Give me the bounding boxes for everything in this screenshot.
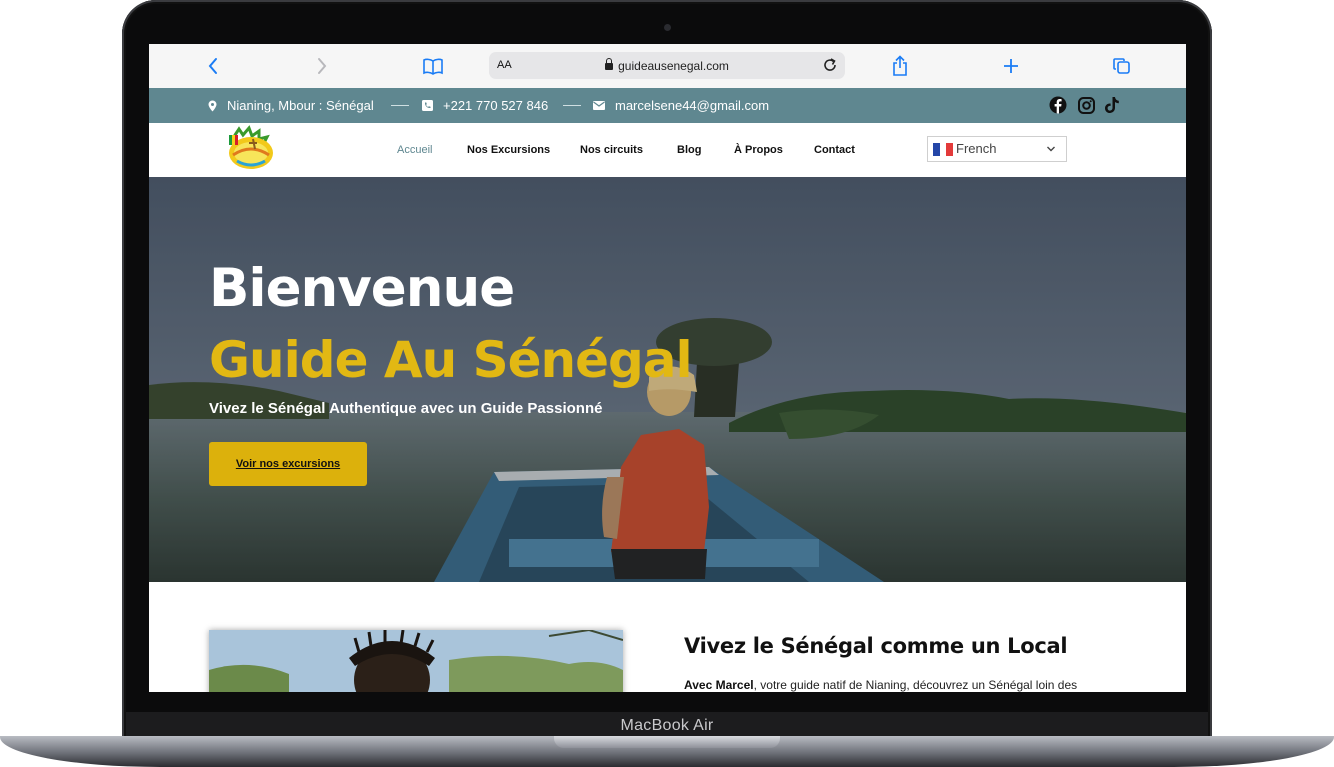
phone-text: +221 770 527 846 [443,98,549,113]
laptop-notch [554,736,780,748]
french-flag-icon [933,143,954,156]
forward-icon[interactable] [310,54,334,78]
browser-screen: AA guideausenegal.com Nianing, Mbour : S… [149,44,1186,692]
nav-blog[interactable]: Blog [677,144,701,156]
intro-body: Avec Marcel, votre guide natif de Nianin… [684,678,1077,692]
hero-tagline: Vivez le Sénégal Authentique avec un Gui… [209,400,603,417]
back-icon[interactable] [201,54,225,78]
chevron-down-icon [1046,142,1056,157]
address-bar[interactable]: AA guideausenegal.com [489,52,845,79]
email-text: marcelsene44@gmail.com [615,98,770,113]
main-navigation: Accueil Nos Excursions Nos circuits Blog… [149,123,1186,177]
phone-icon [422,100,433,111]
phone-info[interactable]: +221 770 527 846 [422,98,548,113]
language-selected: French [956,141,997,156]
intro-title: Vivez le Sénégal comme un Local [684,634,1068,658]
camera [664,24,671,31]
url-text: guideausenegal.com [618,59,729,73]
reload-icon[interactable] [821,56,839,79]
contact-info-bar: Nianing, Mbour : Sénégal +221 770 527 84… [149,88,1186,123]
email-icon [593,101,605,110]
view-excursions-button[interactable]: Voir nos excursions [209,442,367,486]
lock-icon [605,58,614,70]
location-text: Nianing, Mbour : Sénégal [227,98,374,113]
browser-toolbar: AA guideausenegal.com [149,44,1186,89]
nav-contact[interactable]: Contact [814,144,855,156]
separator [391,105,409,106]
intro-section: Vivez le Sénégal comme un Local Avec Mar… [149,582,1186,692]
location-info: Nianing, Mbour : Sénégal [208,98,374,113]
tiktok-icon[interactable] [1103,96,1121,114]
hero-subtitle-brand: Guide Au Sénégal [209,331,693,389]
view-excursions-label: Voir nos excursions [235,458,341,470]
guide-photo [209,630,623,692]
location-pin-icon [208,100,217,111]
separator [563,105,581,106]
share-icon[interactable] [888,54,912,78]
nav-nos-excursions[interactable]: Nos Excursions [467,144,550,156]
site-logo[interactable] [223,125,279,175]
nav-accueil[interactable]: Accueil [397,144,432,156]
facebook-icon[interactable] [1049,96,1067,114]
hero-title: Bienvenue [209,258,515,319]
new-tab-icon[interactable] [999,54,1023,78]
intro-body-bold: Avec Marcel [684,678,754,692]
bookmarks-icon[interactable] [421,54,445,78]
hero-section: Bienvenue Guide Au Sénégal Vivez le Séné… [149,177,1186,582]
nav-nos-circuits[interactable]: Nos circuits [580,144,643,156]
tabs-icon[interactable] [1110,54,1134,78]
nav-a-propos[interactable]: À Propos [734,144,783,156]
language-select[interactable]: French [927,136,1067,162]
instagram-icon[interactable] [1077,96,1095,114]
device-label: MacBook Air [620,717,714,734]
intro-body-text: , votre guide natif de Nianing, découvre… [753,678,1078,692]
email-info[interactable]: marcelsene44@gmail.com [593,98,769,113]
